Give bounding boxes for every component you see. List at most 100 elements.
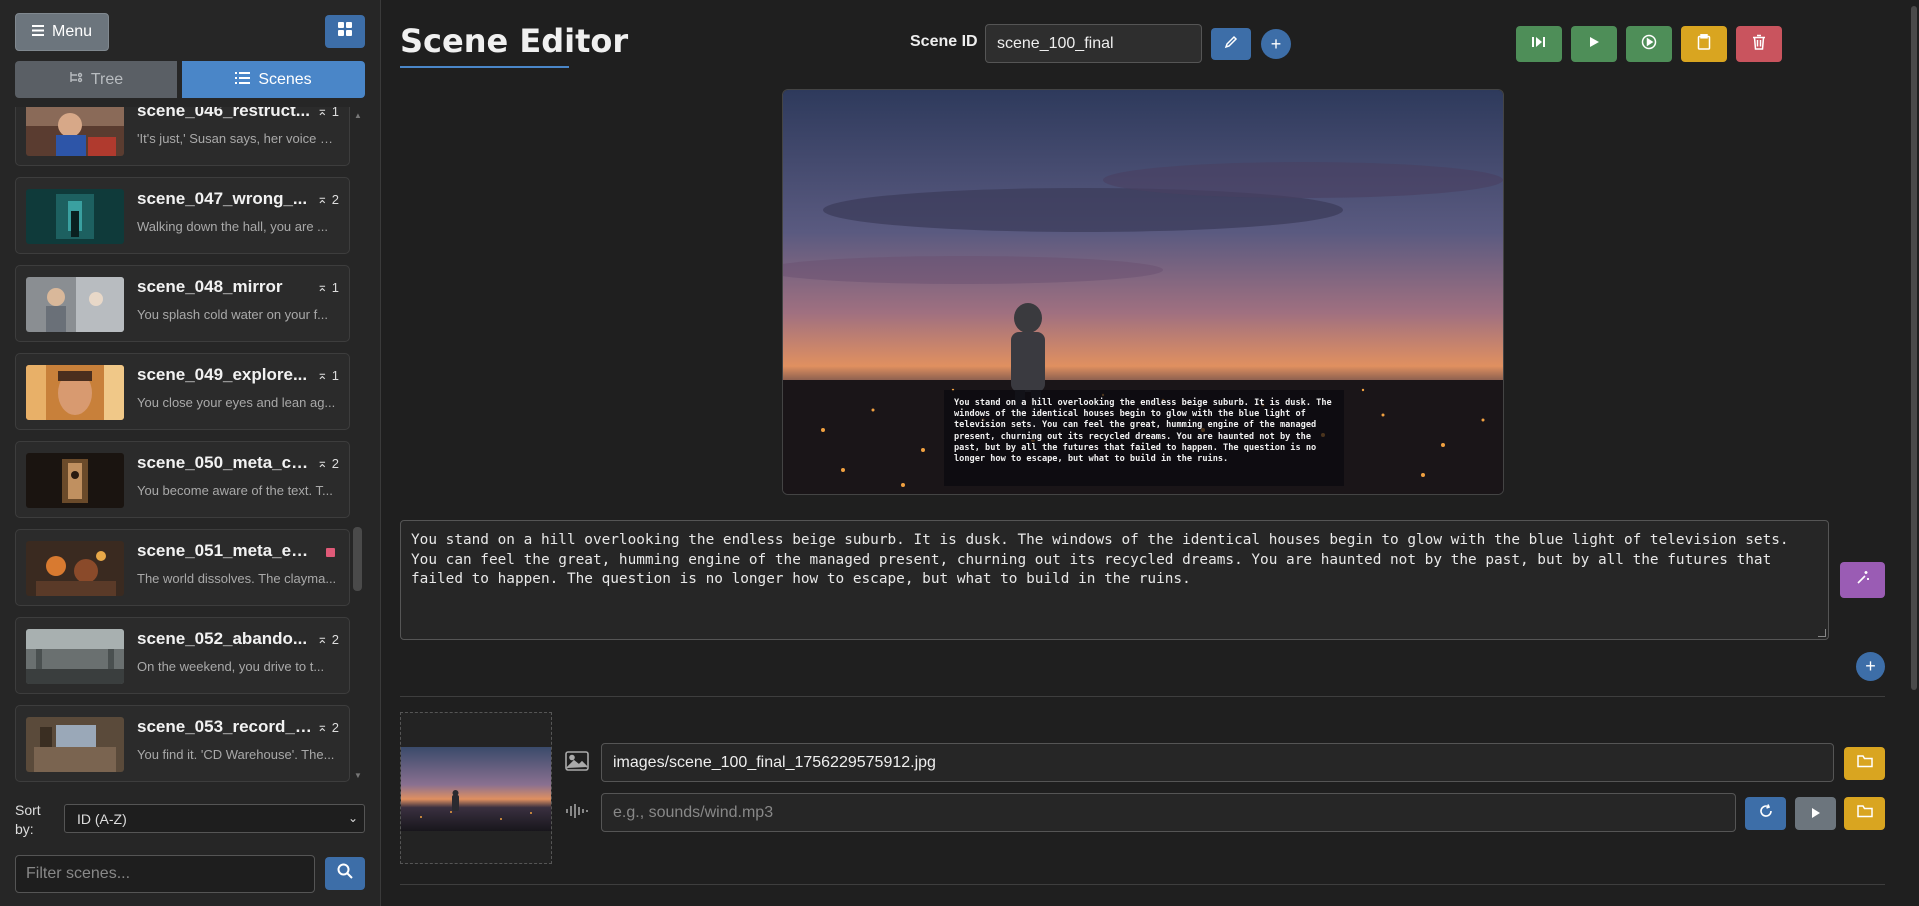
scene-card[interactable]: scene_051_meta_en... The world dissolves… (15, 529, 350, 606)
scene-thumbnail (26, 365, 124, 420)
play-audio-button[interactable] (1795, 797, 1836, 830)
scene-id-input[interactable]: scene_100_final (985, 24, 1202, 63)
audio-path-placeholder: e.g., sounds/wind.mp3 (613, 803, 774, 821)
sort-select[interactable]: ID (A-Z) ⌄ (64, 804, 365, 833)
scene-preview: You stand on a hill overlooking the endl… (782, 89, 1504, 495)
audio-path-input[interactable]: e.g., sounds/wind.mp3 (601, 793, 1736, 832)
scene-id-label: Scene ID (910, 33, 978, 50)
choice-count: ⌅ 2 (316, 455, 339, 471)
scene-card[interactable]: scene_053_record_s... You find it. 'CD W… (15, 705, 350, 782)
delete-scene-button[interactable] (1736, 26, 1782, 62)
scene-card[interactable]: scene_048_mirror You splash cold water o… (15, 265, 350, 342)
trash-icon (1752, 34, 1766, 55)
scene-name: scene_046_restruct... (137, 107, 310, 120)
scroll-down-icon[interactable]: ▼ (354, 771, 362, 780)
page-title: Scene Editor (400, 22, 629, 60)
tab-scenes-label: Scenes (258, 70, 312, 88)
image-path-input[interactable]: images/scene_100_final_1756229575912.jpg (601, 743, 1834, 782)
save-button[interactable] (1681, 26, 1727, 62)
sort-value: ID (A-Z) (77, 810, 127, 827)
chevron-down-icon: ⌄ (347, 811, 358, 825)
scene-card[interactable]: scene_050_meta_ch... You become aware of… (15, 441, 350, 518)
scene-editor: Scene Editor Scene ID scene_100_final + (381, 0, 1919, 906)
sidebar: Menu Tree Scenes scene_046_restruct... '… (0, 0, 381, 906)
scene-card[interactable]: scene_049_explore... You close your eyes… (15, 353, 350, 430)
editor-scrollbar[interactable] (1909, 0, 1919, 906)
browse-image-button[interactable] (1844, 747, 1885, 780)
scene-thumbnail (26, 717, 124, 772)
play-button[interactable] (1571, 26, 1617, 62)
branch-icon: ⌅ (316, 279, 328, 294)
generate-image-button[interactable] (1840, 562, 1885, 598)
scene-text: You stand on a hill overlooking the endl… (411, 532, 1789, 588)
choice-count: ⌅ 2 (316, 191, 339, 207)
scroll-up-icon[interactable]: ▲ (354, 111, 362, 120)
hamburger-icon (31, 23, 44, 41)
play-icon (1588, 35, 1600, 53)
scene-thumbnail (26, 107, 124, 156)
scene-description: On the weekend, you drive to t... (137, 659, 325, 674)
refresh-audio-button[interactable] (1745, 797, 1786, 830)
scene-list: scene_046_restruct... 'It's just,' Susan… (15, 107, 350, 782)
folder-icon (1856, 754, 1873, 773)
filter-placeholder: Filter scenes... (26, 865, 131, 882)
play-circle-icon (1641, 34, 1657, 55)
scrollbar-thumb[interactable] (353, 527, 362, 591)
scene-thumbnail (26, 277, 124, 332)
resize-handle[interactable] (1818, 629, 1826, 637)
browse-audio-button[interactable] (1844, 797, 1885, 830)
scene-text-editor[interactable]: You stand on a hill overlooking the endl… (400, 520, 1829, 640)
list-icon (235, 71, 251, 89)
choice-count: ⌅ 2 (316, 719, 339, 735)
choice-count: ⌅ 1 (316, 279, 339, 295)
scene-name: scene_051_meta_en... (137, 541, 313, 560)
image-preview-thumbnail[interactable] (400, 712, 552, 864)
scene-thumbnail (26, 629, 124, 684)
search-icon (337, 863, 353, 884)
branch-icon: ⌅ (316, 367, 328, 382)
scene-description: The world dissolves. The clayma... (137, 571, 337, 586)
plus-icon: + (1865, 656, 1876, 676)
folder-icon (1856, 804, 1873, 823)
rename-scene-button[interactable] (1211, 28, 1251, 60)
audio-waveform-icon (566, 804, 588, 823)
scene-thumbnail (26, 453, 124, 508)
choice-count: ⌅ 1 (317, 107, 339, 119)
scene-name: scene_047_wrong_... (137, 189, 308, 208)
branch-icon: ⌅ (316, 191, 328, 206)
scene-description: 'It's just,' Susan says, her voice q... (137, 131, 337, 146)
tab-scenes[interactable]: Scenes (182, 61, 365, 98)
end-scene-marker (326, 548, 335, 557)
scene-card[interactable]: scene_047_wrong_... Walking down the hal… (15, 177, 350, 254)
scene-name: scene_053_record_s... (137, 717, 313, 736)
clipboard-icon (1697, 33, 1711, 55)
scene-description: You splash cold water on your f... (137, 307, 329, 322)
scene-list-scrollbar[interactable]: ▲ ▼ (352, 107, 363, 782)
branch-icon: ⌅ (316, 455, 328, 470)
scene-name: scene_048_mirror (137, 277, 283, 296)
pencil-icon (1224, 35, 1238, 54)
add-choice-button[interactable]: + (1856, 652, 1885, 681)
scene-card[interactable]: scene_052_abando... On the weekend, you … (15, 617, 350, 694)
choice-count: ⌅ 2 (316, 631, 339, 647)
grid-icon (338, 22, 352, 41)
scene-description: Walking down the hall, you are ... (137, 219, 329, 234)
tab-tree[interactable]: Tree (15, 61, 177, 98)
branch-icon: ⌅ (316, 631, 328, 646)
play-icon (1811, 805, 1820, 823)
preview-scene-button[interactable] (1626, 26, 1672, 62)
add-scene-button[interactable]: + (1261, 29, 1291, 59)
menu-button[interactable]: Menu (15, 13, 109, 51)
scene-name: scene_052_abando... (137, 629, 308, 648)
scrollbar-thumb[interactable] (1911, 6, 1917, 690)
search-button[interactable] (325, 857, 365, 890)
scene-card[interactable]: scene_046_restruct... 'It's just,' Susan… (15, 107, 350, 166)
image-path-value: images/scene_100_final_1756229575912.jpg (613, 753, 936, 771)
play-from-start-button[interactable] (1516, 26, 1562, 62)
filter-input[interactable]: Filter scenes... (15, 855, 315, 893)
grid-view-button[interactable] (325, 15, 365, 48)
section-divider (400, 884, 1885, 885)
choice-count: ⌅ 1 (316, 367, 339, 383)
sort-label: Sort by: (15, 802, 41, 837)
scene-id-value: scene_100_final (997, 34, 1114, 52)
